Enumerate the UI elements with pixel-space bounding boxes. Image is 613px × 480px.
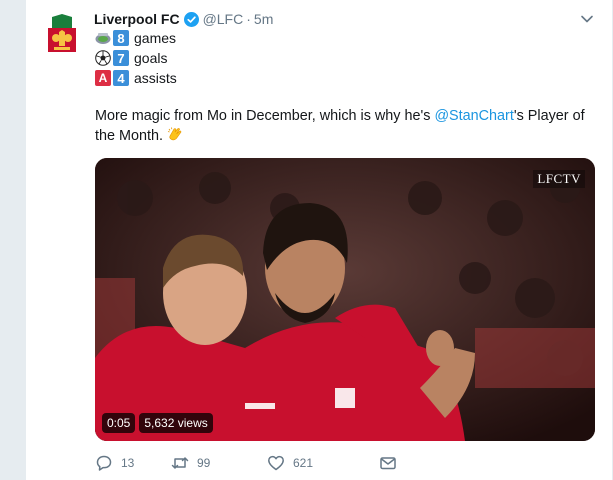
stat-line-goals: 7 goals <box>95 50 167 66</box>
goals-label: goals <box>134 50 168 66</box>
games-number-badge: 8 <box>113 30 129 46</box>
goals-number-badge: 7 <box>113 50 129 66</box>
reply-button[interactable]: 13 <box>95 454 171 472</box>
video-info-bar: 0:05 5,632 views <box>102 413 213 433</box>
verified-badge-icon <box>183 11 199 27</box>
tweet-actions: 13 99 621 <box>95 454 405 472</box>
retweet-button[interactable]: 99 <box>171 454 267 472</box>
stadium-icon <box>95 33 111 44</box>
video-thumbnail <box>95 158 595 441</box>
envelope-icon <box>380 457 396 470</box>
soccer-ball-icon <box>95 50 111 66</box>
separator-dot: · <box>246 11 251 27</box>
assists-label: assists <box>134 70 177 86</box>
like-button[interactable]: 621 <box>267 454 379 472</box>
a-button-icon: A <box>95 70 111 86</box>
heart-icon <box>268 455 284 471</box>
lfc-crest-avatar[interactable] <box>46 14 78 54</box>
author-handle[interactable]: @LFC <box>203 10 244 28</box>
stat-line-assists: A 4 assists <box>95 70 177 86</box>
lfctv-watermark: LFCTV <box>533 170 585 188</box>
video-views: 5,632 views <box>139 413 213 433</box>
tweet-header: Liverpool FC @LFC · 5m <box>94 10 273 28</box>
mention-link[interactable]: @StanChart <box>434 108 513 124</box>
tweet-text: More magic from Mo in December, which is… <box>95 106 595 146</box>
reply-count: 13 <box>121 456 135 470</box>
chevron-down-icon[interactable] <box>580 12 594 26</box>
retweet-count: 99 <box>197 456 211 470</box>
like-count: 621 <box>293 456 314 470</box>
games-label: games <box>134 30 177 46</box>
tweet-text-before: More magic from Mo in December, which is… <box>95 108 435 124</box>
clapping-hands-icon <box>167 127 182 141</box>
author-name[interactable]: Liverpool FC <box>94 10 180 28</box>
reply-icon <box>96 455 112 471</box>
stat-line-games: 8 games <box>95 30 176 46</box>
video-player[interactable]: LFCTV 0:05 5,632 views <box>95 158 595 441</box>
tweet-time[interactable]: 5m <box>254 10 273 28</box>
direct-message-button[interactable] <box>379 454 405 472</box>
video-duration: 0:05 <box>102 413 136 433</box>
retweet-icon <box>171 457 189 469</box>
assists-number-badge: 4 <box>113 70 129 86</box>
